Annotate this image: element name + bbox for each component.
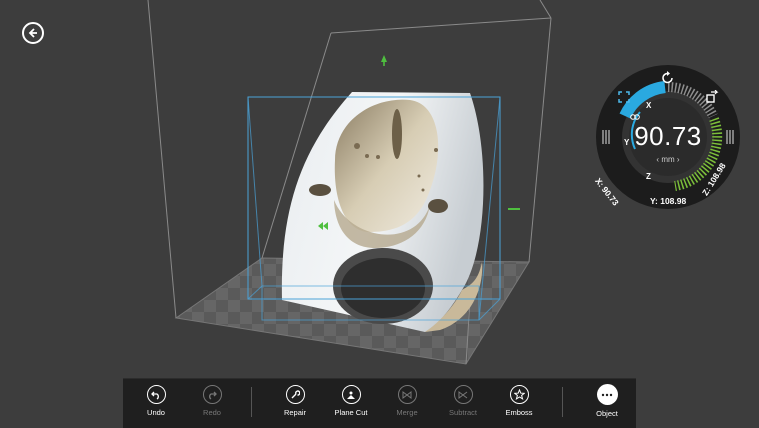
redo-label: Redo	[203, 408, 221, 417]
subtract-button[interactable]: Subtract	[436, 385, 490, 417]
object-button[interactable]: Object	[580, 384, 634, 418]
dimension-value[interactable]: 90.73	[595, 121, 741, 152]
subtract-label: Subtract	[449, 408, 477, 417]
rotate-icon[interactable]	[661, 71, 675, 85]
subtract-icon	[458, 390, 468, 399]
back-button[interactable]	[22, 22, 44, 44]
bottom-toolbar: Undo Redo Repair Plane Cut Merge Subtrac…	[123, 378, 636, 428]
back-arrow-icon	[28, 28, 37, 38]
plane-cut-button[interactable]: Plane Cut	[324, 385, 378, 417]
transform-gizmo[interactable]: X Y Z 90.73 ‹ mm › X: 90.73 Y: 108.98 Z:…	[593, 64, 741, 210]
repair-button[interactable]: Repair	[268, 385, 322, 417]
emboss-button[interactable]: Emboss	[492, 385, 546, 417]
redo-icon	[209, 391, 217, 400]
more-icon	[601, 393, 613, 396]
model-object[interactable]	[281, 92, 484, 332]
unit-label: mm	[661, 155, 675, 164]
merge-button[interactable]: Merge	[380, 385, 434, 417]
coord-y: Y: 108.98	[650, 196, 687, 206]
chevron-right-icon[interactable]: ›	[677, 155, 680, 164]
chevron-left-icon[interactable]: ‹	[656, 155, 659, 164]
move-icon[interactable]	[618, 91, 630, 103]
scale-icon[interactable]	[706, 90, 720, 104]
plane-cut-label: Plane Cut	[334, 408, 368, 417]
axis-z-label[interactable]: Z	[646, 172, 651, 181]
toolbar-divider	[251, 387, 252, 417]
plane-cut-icon	[347, 391, 355, 399]
redo-button[interactable]: Redo	[185, 385, 239, 417]
star-icon	[513, 389, 525, 400]
lock-icon[interactable]	[630, 113, 640, 121]
undo-label: Undo	[147, 408, 165, 417]
wrench-icon	[291, 389, 300, 398]
axis-x-label[interactable]: X	[646, 101, 651, 110]
merge-icon	[402, 390, 412, 399]
undo-icon	[151, 391, 159, 400]
repair-label: Repair	[283, 408, 307, 417]
emboss-label: Emboss	[505, 408, 533, 417]
toolbar-divider	[562, 387, 563, 417]
object-label: Object	[596, 409, 618, 418]
undo-button[interactable]: Undo	[129, 385, 183, 417]
merge-label: Merge	[396, 408, 418, 417]
